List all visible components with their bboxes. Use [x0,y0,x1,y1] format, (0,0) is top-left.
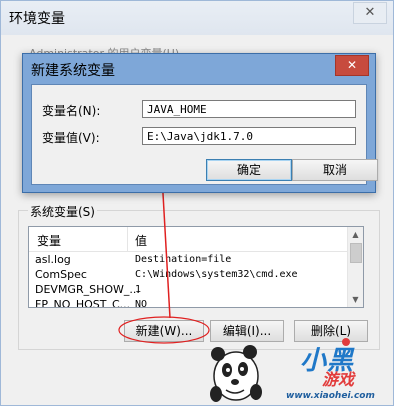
table-row[interactable]: DEVMGR_SHOW_... 1 [29,282,347,297]
panda-mascot-icon [210,345,262,402]
table-row[interactable]: FP_NO_HOST_C... NO [29,297,347,308]
watermark-url: www.xiaohei.com [286,391,375,401]
row-value: NO [135,299,148,308]
table-row[interactable]: ComSpec C:\Windows\system32\cmd.exe [29,267,347,282]
table-row[interactable]: asl.log Destination=file [29,252,347,267]
dialog-title: 新建系统变量 [31,63,115,79]
dialog-titlebar[interactable]: 新建系统变量 ✕ [23,54,375,84]
table-header: 变量 值 [29,227,347,252]
column-header-value[interactable]: 值 [135,232,147,249]
column-divider[interactable] [127,227,128,251]
cancel-button[interactable]: 取消 [292,159,378,181]
variable-name-label: 变量名(N): [42,104,101,118]
vertical-scrollbar[interactable]: ▲ ▼ [347,227,363,307]
variable-value-input[interactable]: E:\Java\jdk1.7.0 [142,127,356,145]
column-header-variable[interactable]: 变量 [37,232,61,249]
new-system-variable-dialog: 新建系统变量 ✕ 变量名(N): JAVA_HOME 变量值(V): E:\Ja… [22,53,378,193]
env-window-titlebar: 环境变量 ✕ [1,1,393,35]
row-name: DEVMGR_SHOW_... [35,283,140,296]
new-variable-button[interactable]: 新建(W)... [124,320,204,342]
row-value: C:\Windows\system32\cmd.exe [135,269,298,280]
dialog-body: 变量名(N): JAVA_HOME 变量值(V): E:\Java\jdk1.7… [31,84,378,185]
row-name: asl.log [35,253,71,266]
ok-button[interactable]: 确定 [206,159,292,181]
variable-name-input[interactable]: JAVA_HOME [142,100,356,118]
env-close-icon[interactable]: ✕ [353,2,387,24]
watermark-sub: 游戏 [322,370,355,389]
scroll-down-arrow-icon[interactable]: ▼ [350,294,361,305]
scroll-thumb[interactable] [350,243,362,263]
row-value: 1 [135,284,142,295]
env-window-title: 环境变量 [9,11,65,27]
system-variables-label: 系统变量(S) [28,203,97,220]
row-name: ComSpec [35,268,87,281]
variable-value-label: 变量值(V): [42,131,100,145]
row-value: Destination=file [135,254,232,265]
system-variables-table[interactable]: 变量 值 asl.log Destination=file ComSpec C:… [28,226,364,308]
scroll-up-arrow-icon[interactable]: ▲ [350,229,361,240]
row-name: FP_NO_HOST_C... [35,298,131,308]
dialog-close-icon[interactable]: ✕ [335,55,369,76]
